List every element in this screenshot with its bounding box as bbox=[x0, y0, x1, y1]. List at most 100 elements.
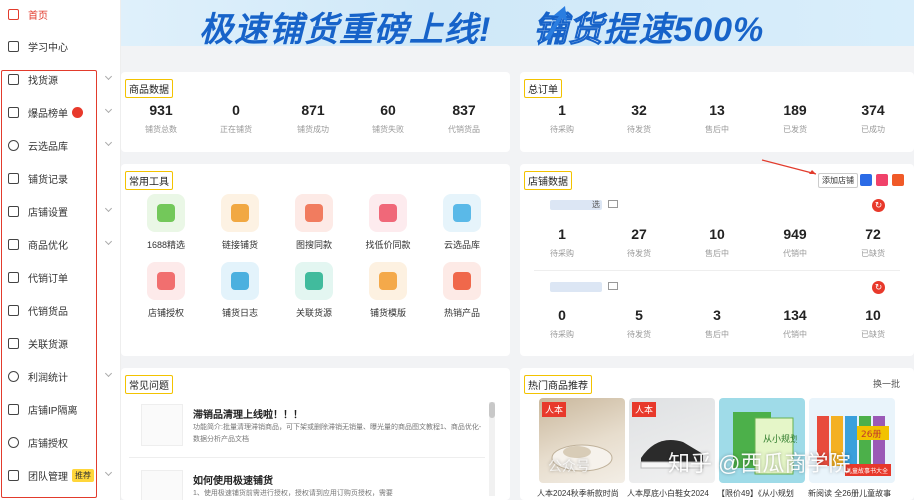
stat-after-sale[interactable]: 13 售后中 bbox=[687, 102, 747, 135]
ghost-watermark: 公众号 bbox=[548, 458, 590, 474]
faq-scrollbar[interactable] bbox=[489, 402, 495, 496]
svg-text:26册: 26册 bbox=[861, 429, 881, 440]
platform-3-icon[interactable] bbox=[892, 174, 904, 186]
refresh-batch-link[interactable]: 换一批 bbox=[873, 377, 900, 390]
brand-tag: 人本 bbox=[632, 402, 657, 417]
stat-total-listed[interactable]: 931 铺货总数 bbox=[131, 102, 191, 135]
store-auth-icon bbox=[147, 262, 185, 300]
tool-label: 铺货模版 bbox=[369, 308, 406, 318]
product-caption[interactable]: 新阅读 全26册儿童故事 bbox=[808, 488, 898, 499]
faq-item[interactable]: 滞销品清理上线啦！！！ 功能简介:批量清理滞销商品，可下架或删除滞销无销量、曝光… bbox=[129, 398, 485, 458]
goods-data-card: 商品数据 931 铺货总数 0 正在铺货 871 铺货成功 60 铺货失败 837 代销货… bbox=[121, 72, 510, 152]
chevron-down-icon bbox=[104, 204, 113, 213]
shop-2-name-blurred bbox=[550, 282, 602, 292]
chevron-down-icon bbox=[104, 105, 113, 114]
book-icon bbox=[8, 40, 19, 52]
total-orders-title: 总订单 bbox=[524, 79, 562, 98]
svg-text:从小规划: 从小规划 bbox=[763, 433, 797, 445]
watermark-text: 知乎 @西瓜商学院 bbox=[668, 451, 851, 476]
product-caption[interactable]: 人本2024秋季新款时尚 bbox=[537, 488, 627, 499]
platform-2-icon[interactable] bbox=[876, 174, 888, 186]
monitor-icon bbox=[608, 200, 618, 208]
monitor-icon bbox=[608, 282, 618, 290]
shop-1-name-suffix: 选 bbox=[592, 200, 600, 209]
scrollbar-thumb[interactable] bbox=[489, 402, 495, 418]
shop2-stat-out-of-stock[interactable]: 10 已缺货 bbox=[843, 307, 903, 340]
tool-label: 关联货源 bbox=[295, 308, 332, 318]
tool-cloud[interactable]: 云选品库 bbox=[429, 194, 495, 251]
link-icon bbox=[221, 194, 259, 232]
fire-icon bbox=[443, 262, 481, 300]
shop1-stat-after-sale[interactable]: 10 售后中 bbox=[687, 226, 747, 259]
sidebar-item-home[interactable]: 首页 bbox=[0, 0, 121, 28]
chevron-down-icon bbox=[104, 237, 113, 246]
tool-label: 链接铺货 bbox=[221, 240, 258, 250]
tools-title: 常用工具 bbox=[125, 171, 173, 190]
chevron-down-icon bbox=[104, 468, 113, 477]
stat-shipped[interactable]: 189 已发货 bbox=[765, 102, 825, 135]
stat-listed-success[interactable]: 871 铺货成功 bbox=[283, 102, 343, 135]
tool-fire[interactable]: 热销产品 bbox=[429, 262, 495, 319]
arrow-icon bbox=[545, 6, 567, 40]
tool-template[interactable]: 铺货模版 bbox=[355, 262, 421, 319]
shop1-stat-to-ship[interactable]: 27 待发货 bbox=[609, 226, 669, 259]
stat-to-ship[interactable]: 32 待发货 bbox=[609, 102, 669, 135]
sidebar: 首页 学习中心 找货源 爆品榜单 云选品库 铺货记录 店铺设置 商品优化 代销订… bbox=[0, 0, 121, 500]
stat-listing[interactable]: 0 正在铺货 bbox=[206, 102, 266, 135]
promo-banner[interactable]: 极速铺货重磅上线! 铺货提速500% bbox=[121, 0, 914, 46]
tool-store-auth[interactable]: 店铺授权 bbox=[133, 262, 199, 319]
tool-low-price[interactable]: 找低价同款 bbox=[355, 194, 421, 251]
brand-tag: 人本 bbox=[542, 402, 567, 417]
stat-consign-goods[interactable]: 837 代销货品 bbox=[434, 102, 494, 135]
banner-text: 极速铺货重磅上线! 铺货提速500% bbox=[199, 11, 765, 47]
faq-title: 常见问题 bbox=[125, 375, 173, 394]
tool-ali-1688[interactable]: 1688精选 bbox=[133, 194, 199, 251]
tool-label: 图搜同款 bbox=[295, 240, 332, 250]
add-shop-button[interactable]: 添加店铺 bbox=[818, 173, 858, 188]
sidebar-item-label: 首页 bbox=[28, 10, 48, 22]
low-price-icon bbox=[369, 194, 407, 232]
tools-card: 常用工具 1688精选 链接铺货 图搜同款 找低价同款 云选品库店铺授权 铺货日志 关联货源… bbox=[121, 164, 510, 356]
chevron-down-icon bbox=[104, 72, 113, 81]
tool-image-search[interactable]: 图搜同款 bbox=[281, 194, 347, 251]
chevron-down-icon bbox=[104, 138, 113, 147]
relate-icon bbox=[295, 262, 333, 300]
hot-products-title: 热门商品推荐 bbox=[524, 375, 592, 394]
refresh-icon[interactable]: ↻ bbox=[872, 281, 885, 294]
shop2-stat-to-purchase[interactable]: 0 待采购 bbox=[532, 307, 592, 340]
shop1-stat-out-of-stock[interactable]: 72 已缺货 bbox=[843, 226, 903, 259]
sidebar-item-learning[interactable]: 学习中心 bbox=[0, 32, 121, 60]
shop2-stat-to-ship[interactable]: 5 待发货 bbox=[609, 307, 669, 340]
platform-1-icon[interactable] bbox=[860, 174, 872, 186]
shop2-stat-after-sale[interactable]: 3 售后中 bbox=[687, 307, 747, 340]
tool-link[interactable]: 链接铺货 bbox=[207, 194, 273, 251]
shop2-stat-consigning[interactable]: 134 代销中 bbox=[765, 307, 825, 340]
tool-relate[interactable]: 关联货源 bbox=[281, 262, 347, 319]
tool-log[interactable]: 铺货日志 bbox=[207, 262, 273, 319]
shop-divider bbox=[534, 270, 900, 271]
shop-data-title: 店铺数据 bbox=[524, 171, 572, 190]
stat-completed[interactable]: 374 已成功 bbox=[843, 102, 903, 135]
image-search-icon bbox=[295, 194, 333, 232]
product-caption[interactable]: 人本厚底小白鞋女2024 bbox=[627, 488, 717, 499]
refresh-icon[interactable]: ↻ bbox=[872, 199, 885, 212]
sidebar-highlight-box bbox=[1, 70, 97, 498]
faq-thumbnail bbox=[141, 470, 183, 500]
shop1-stat-consigning[interactable]: 949 代销中 bbox=[765, 226, 825, 259]
tool-label: 店铺授权 bbox=[147, 308, 184, 318]
sidebar-item-label: 学习中心 bbox=[28, 42, 68, 54]
log-icon bbox=[221, 262, 259, 300]
product-caption[interactable]: 【限价49】《从小规划 bbox=[717, 488, 807, 499]
tool-label: 热销产品 bbox=[443, 308, 480, 318]
shop1-stat-to-purchase[interactable]: 1 待采购 bbox=[532, 226, 592, 259]
tool-label: 铺货日志 bbox=[221, 308, 258, 318]
home-icon bbox=[8, 8, 19, 20]
shop-data-card: 店铺数据 添加店铺 选 ↻ 1 待采购 27 待发货 10 售后中 949 代销中 72… bbox=[520, 159, 914, 356]
faq-item[interactable]: 如何使用极速铺货 1、使用极速铺货前需进行授权，授权请到应用订购页授权，需要 bbox=[129, 464, 485, 500]
tool-label: 找低价同款 bbox=[365, 240, 411, 250]
cloud-icon bbox=[443, 194, 481, 232]
stat-to-purchase[interactable]: 1 待采购 bbox=[532, 102, 592, 135]
stat-listed-failed[interactable]: 60 铺货失败 bbox=[358, 102, 418, 135]
chevron-down-icon bbox=[104, 369, 113, 378]
total-orders-card: 总订单 1 待采购 32 待发货 13 售后中 189 已发货 374 已成功 bbox=[520, 72, 914, 152]
